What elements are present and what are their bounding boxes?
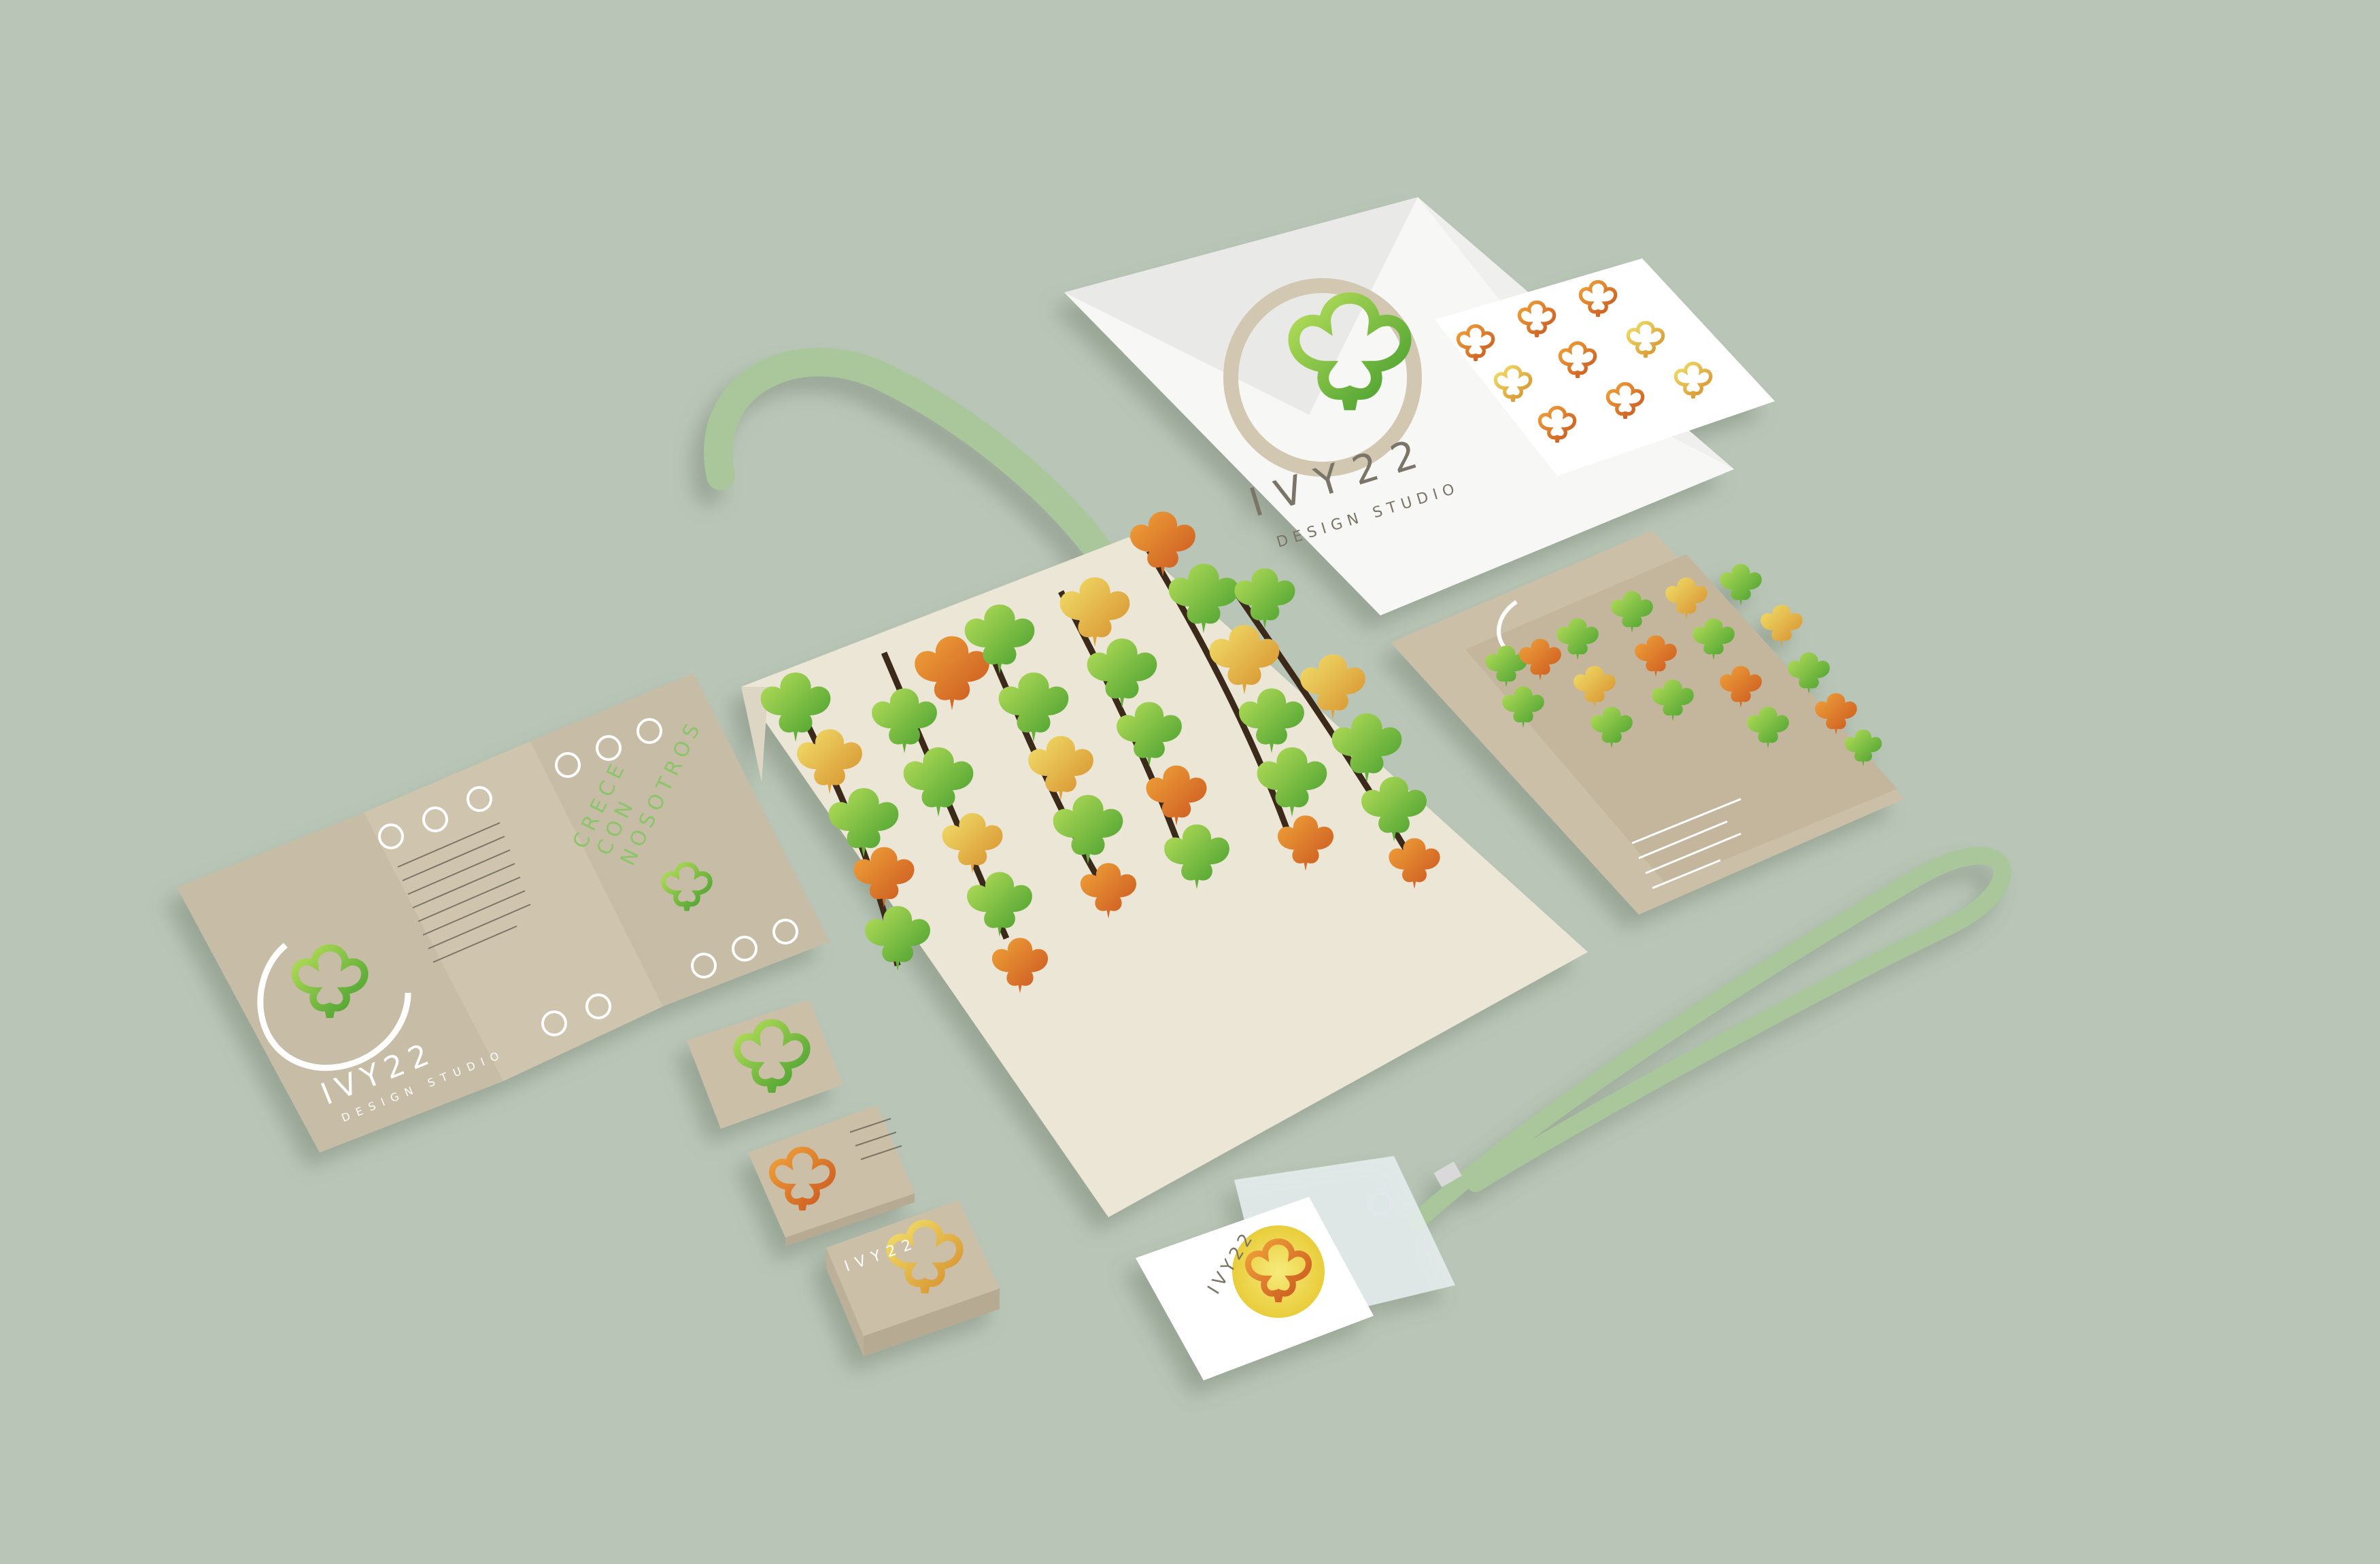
business-card-front [687, 1000, 843, 1129]
business-card-stack: IVY22 [687, 1000, 1000, 1357]
stationery-mockup-scene: IVY22 DESIGN STUDIO IVY22 DESIGN STUDIO … [177, 197, 2011, 1380]
